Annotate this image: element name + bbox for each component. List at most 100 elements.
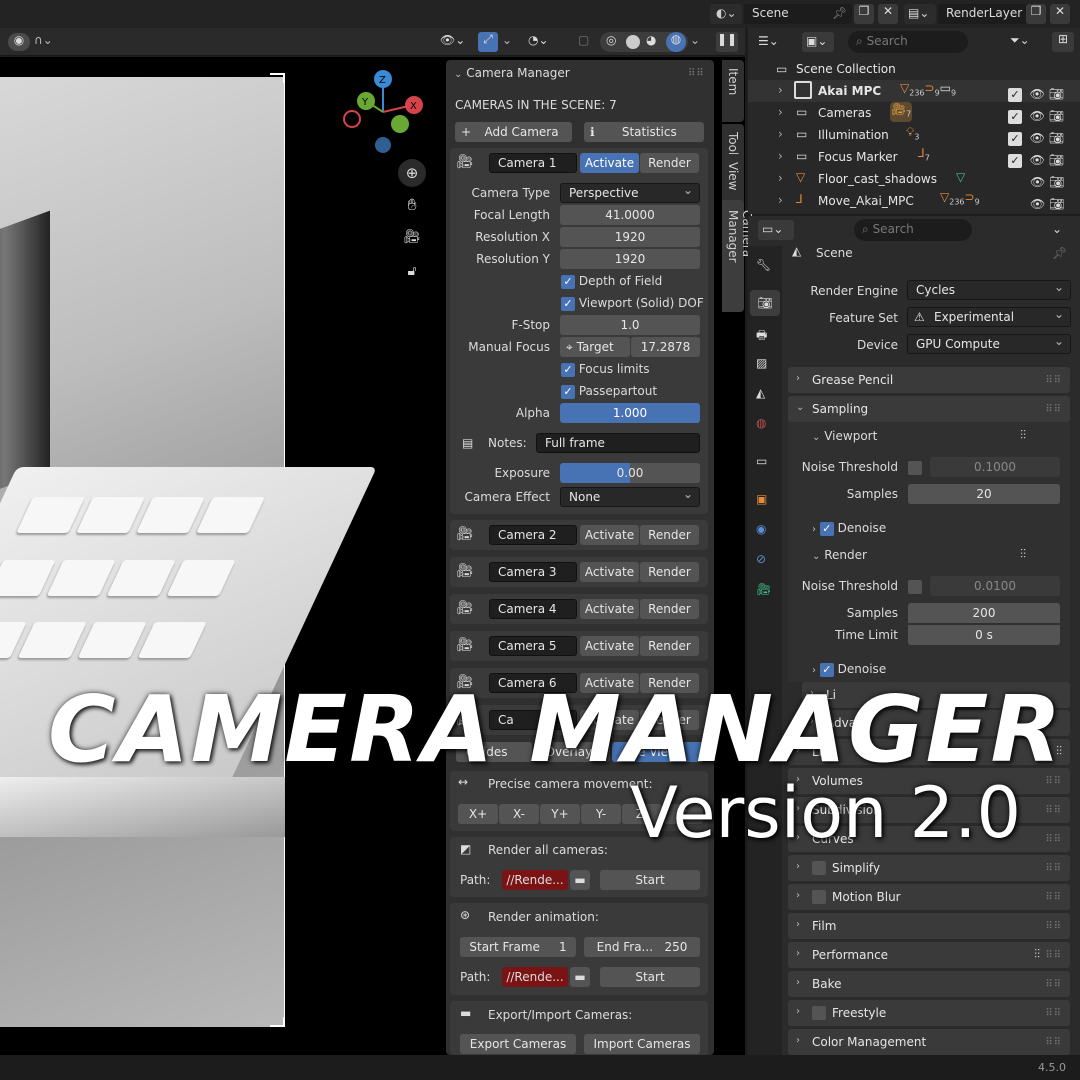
presets-icon[interactable]: ⫶⫶ (1020, 547, 1026, 562)
visibility-icon[interactable]: 👁︎⌄ (440, 33, 465, 47)
editor-type-icon[interactable]: ▭⌄ (758, 220, 794, 240)
collection-tab-icon[interactable]: ▭ (756, 454, 767, 468)
activate-button[interactable]: Activate (580, 525, 639, 545)
feature-set-select[interactable]: ⚠ Experimental (907, 305, 1071, 327)
res-x-field[interactable]: 1920 (560, 227, 700, 247)
folder-icon[interactable]: ▬ (570, 967, 590, 987)
lock-icon[interactable]: 🔓︎ (398, 257, 426, 285)
view-layer-tab-icon[interactable]: ▨ (756, 356, 767, 370)
panel-simplify[interactable]: › Simplify ⠿⠿ (788, 855, 1070, 881)
anim-path-field[interactable]: //Rende... (502, 967, 568, 987)
activate-button[interactable]: Activate (580, 636, 639, 656)
display-mode-icon[interactable]: ☰⌄ (758, 34, 779, 48)
delete-layer-icon[interactable]: ✕ (1050, 4, 1070, 24)
panel-freestyle[interactable]: › Freestyle ⠿⠿ (788, 1000, 1070, 1026)
camera-name[interactable]: Camera 3 (489, 562, 577, 582)
viewport-dof-checkbox[interactable]: ✓ Viewport (Solid) DOF (561, 296, 704, 311)
tab-view-label[interactable]: View (722, 154, 744, 198)
pin-icon[interactable]: 📌︎ (1052, 246, 1067, 260)
zoom-icon[interactable]: ⊕ (398, 159, 426, 187)
panel-performance[interactable]: › Performance ⫶⫶ ⠿⠿ (788, 942, 1070, 968)
move-y-plus[interactable]: Y+ (540, 804, 580, 824)
camera1-activate-button[interactable]: Activate (580, 153, 639, 173)
move-x-minus[interactable]: X- (499, 804, 539, 824)
render-samples-field[interactable]: 200 (908, 603, 1060, 623)
panel-motion-blur[interactable]: › Motion Blur ⠿⠿ (788, 884, 1070, 910)
viewport-subpanel[interactable]: ⌄ Viewport (812, 429, 877, 443)
options-dropdown-icon[interactable]: ⌄ (1052, 222, 1062, 236)
data-tab-icon[interactable]: 🎥︎ (756, 582, 771, 596)
navigation-gizmo[interactable]: Z X Y (338, 67, 428, 162)
end-frame-field[interactable]: End Fra... 250 (584, 937, 700, 957)
panel-grease-pencil[interactable]: › Grease Pencil ⠿⠿ (788, 367, 1070, 393)
render-all-start-button[interactable]: Start (600, 870, 700, 890)
tool-tab-icon[interactable]: 🔧︎ (756, 258, 771, 272)
solid-icon[interactable] (626, 35, 640, 49)
constraints-tab-icon[interactable]: ⊘ (756, 552, 766, 566)
alpha-slider[interactable]: 1.000 (560, 403, 700, 423)
panel-bake[interactable]: › Bake ⠿⠿ (788, 971, 1070, 997)
activate-button[interactable]: Activate (580, 599, 639, 619)
overlay-icon[interactable]: ◔⌄ (528, 33, 549, 47)
view-layer-field[interactable]: RenderLayer (938, 4, 1030, 24)
pin-icon[interactable]: 📌︎ (832, 6, 847, 20)
move-y-minus[interactable]: Y- (581, 804, 621, 824)
camera1-name[interactable]: Camera 1 (489, 153, 577, 173)
exposure-slider[interactable]: 0.00 (560, 463, 700, 483)
new-collection-icon[interactable]: ⊞ (1052, 32, 1074, 52)
focal-length-field[interactable]: 41.0000 (560, 205, 700, 225)
notes-field[interactable]: Full frame (536, 433, 700, 453)
fstop-field[interactable]: 1.0 (560, 315, 700, 335)
render-tab-icon[interactable]: 📷︎ (750, 290, 780, 316)
delete-scene-icon[interactable]: ✕ (878, 4, 898, 24)
copy-layer-icon[interactable]: ❐ (1026, 4, 1046, 24)
viewport-noise-field[interactable]: 0.1000 (930, 457, 1060, 477)
viewport-samples-field[interactable]: 20 (908, 484, 1060, 504)
shading-dropdown-icon[interactable]: ⌄ (690, 33, 700, 47)
world-tab-icon[interactable]: ◍ (756, 416, 766, 430)
tab-item[interactable]: Item (722, 60, 744, 122)
copy-scene-icon[interactable]: ❐ (854, 4, 874, 24)
render-button[interactable]: Render (640, 636, 699, 656)
add-camera-button[interactable]: + Add Camera (455, 122, 572, 142)
scene-tab-icon[interactable]: ◭ (756, 386, 765, 400)
panel-film[interactable]: › Film ⠿⠿ (788, 913, 1070, 939)
camera-name[interactable]: Camera 4 (489, 599, 577, 619)
render-subpanel[interactable]: ⌄ Render (812, 548, 867, 562)
panel-color-management[interactable]: › Color Management ⠿⠿ (788, 1029, 1070, 1055)
export-cameras-button[interactable]: Export Cameras (460, 1034, 576, 1054)
panel-sampling[interactable]: ⌄ Sampling ⠿⠿ (788, 396, 1070, 422)
activate-button[interactable]: Activate (580, 562, 639, 582)
view-layer-icon[interactable]: ▤⌄ (904, 4, 936, 24)
panel-header[interactable]: ⌄ Camera Manager (454, 66, 570, 80)
target-distance-field[interactable]: 17.2878 (631, 337, 700, 357)
scene-selector-icon[interactable]: ◐⌄ (710, 4, 742, 24)
folder-icon[interactable]: ▬ (570, 870, 590, 890)
passepartout-checkbox[interactable]: ✓ Passepartout (561, 384, 657, 399)
statistics-button[interactable]: ℹ︎ Statistics (584, 122, 704, 142)
restriction-toggles[interactable]: ✓ 👁︎ 📷︎ ✓ 👁︎ 📷︎ ✓ 👁︎ 📷︎ ✓ 👁︎ 📷︎ 👁︎ 📷︎ 👁︎… (1008, 83, 1064, 215)
import-cameras-button[interactable]: Import Cameras (584, 1034, 700, 1054)
falloff-icon[interactable]: ∩⌄ (34, 33, 53, 47)
presets-icon[interactable]: ⫶⫶ (1020, 428, 1026, 443)
denoise-subpanel[interactable]: › ✓ Denoise (812, 662, 886, 677)
shading-modes[interactable]: ◎ ◕ ◍ (600, 32, 688, 52)
gizmo-icon[interactable]: ⤢ (478, 32, 498, 52)
properties-search[interactable]: ⌕ Search (854, 219, 972, 241)
filter-view-icon[interactable]: ▣⌄ (802, 32, 834, 52)
outliner-search[interactable]: ⌕ Search (848, 31, 968, 53)
render-button[interactable]: Render (640, 525, 699, 545)
object-tab-icon[interactable]: ▣ (756, 492, 767, 506)
camera-view-icon[interactable]: 🎥︎ (398, 223, 426, 251)
start-frame-field[interactable]: Start Frame 1 (460, 937, 576, 957)
render-button[interactable]: Render (640, 562, 699, 582)
pause-icon[interactable]: ❚❚ (716, 32, 738, 52)
camera-effect-select[interactable]: None (560, 485, 700, 507)
render-engine-select[interactable]: Cycles (907, 278, 1071, 300)
render-noise-checkbox[interactable] (908, 580, 922, 594)
camera-name[interactable]: Camera 5 (489, 636, 577, 656)
camera-name[interactable]: Camera 2 (489, 525, 577, 545)
tab-camera-manager[interactable]: Camera Manager (722, 200, 754, 312)
device-select[interactable]: GPU Compute (907, 332, 1071, 354)
pan-hand-icon[interactable]: ✋︎ (398, 191, 426, 219)
